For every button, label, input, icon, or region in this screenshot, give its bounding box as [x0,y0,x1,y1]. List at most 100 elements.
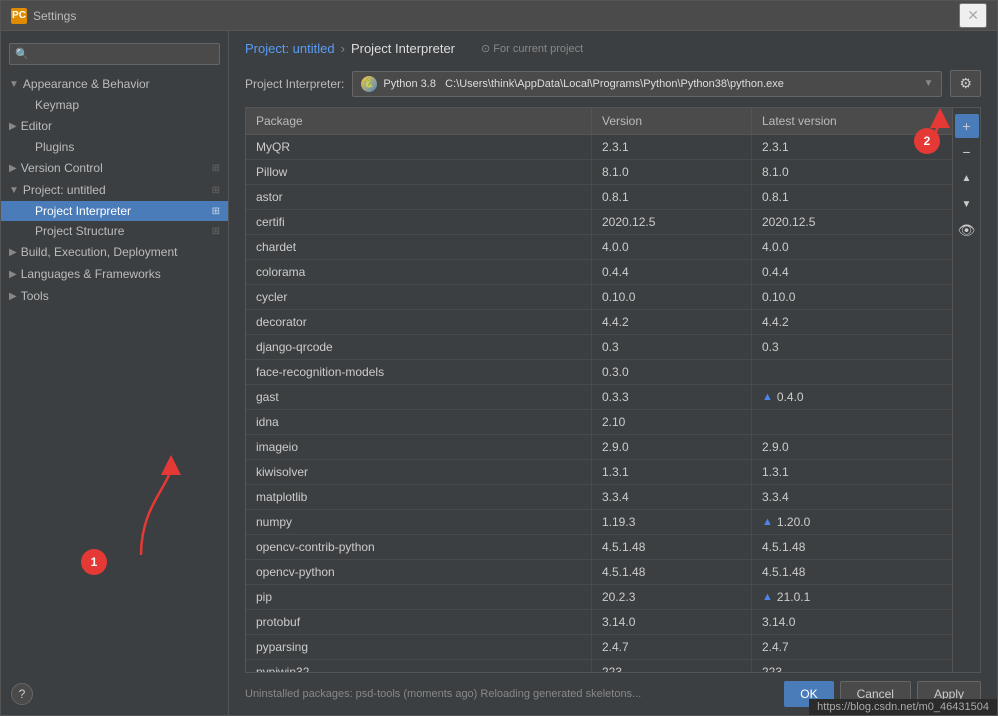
breadcrumb-separator: › [341,41,345,56]
table-row: colorama0.4.40.4.4 [246,260,952,285]
cell-version: 4.4.2 [592,310,752,334]
table-row: pypiwin32223223 [246,660,952,672]
remove-package-button[interactable]: − [955,140,979,164]
dropdown-arrow-icon: ▼ [924,78,934,89]
table-row: astor0.8.10.8.1 [246,185,952,210]
status-text: Uninstalled packages: psd-tools (moments… [245,688,641,700]
vcs-icon: ⊞ [212,163,220,174]
cell-version: 0.4.4 [592,260,752,284]
up-icon: ▲ [962,173,972,184]
settings-dialog: PC Settings ✕ 🔍 ▼ Appearance & Behavior … [0,0,998,716]
sidebar-item-appearance-behavior[interactable]: ▼ Appearance & Behavior [1,73,228,95]
cell-version: 0.3.3 [592,385,752,409]
gear-button[interactable]: ⚙ [950,70,981,97]
table-row: kiwisolver1.3.11.3.1 [246,460,952,485]
search-box: 🔍 [9,43,220,65]
cell-latest: 0.10.0 [752,285,952,309]
cell-version: 4.0.0 [592,235,752,259]
url-tooltip: https://blog.csdn.net/m0_46431504 [809,699,997,715]
search-icon: 🔍 [15,48,29,61]
interpreter-select[interactable]: 🐍 Python 3.8 C:\Users\think\AppData\Loca… [352,71,942,97]
main-content: Project: untitled › Project Interpreter … [229,31,997,715]
interpreter-row: Project Interpreter: 🐍 Python 3.8 C:\Use… [229,64,997,107]
python-icon: 🐍 [361,76,377,92]
table-inner: Package Version Latest version MyQR2.3.1… [246,108,952,672]
sidebar-child-label: Project Interpreter [35,204,131,218]
title-bar: PC Settings ✕ [1,1,997,31]
cell-version: 0.3.0 [592,360,752,384]
expand-arrow: ▶ [9,247,17,258]
table-row: matplotlib3.3.43.3.4 [246,485,952,510]
breadcrumb-note: ⊙ For current project [481,42,583,55]
cell-latest: 8.1.0 [752,160,952,184]
sidebar-group-label: Tools [21,289,49,303]
cell-version: 4.5.1.48 [592,560,752,584]
cell-latest: 0.4.4 [752,260,952,284]
sidebar-item-keymap[interactable]: Keymap [1,95,228,115]
cell-version: 2.4.7 [592,635,752,659]
sidebar-item-project-interpreter[interactable]: Project Interpreter ⊞ [1,201,228,221]
cell-latest: 2.3.1 [752,135,952,159]
cell-version: 8.1.0 [592,160,752,184]
cell-package: astor [246,185,592,209]
scroll-down-button[interactable]: ▼ [955,192,979,216]
sidebar-group-label: Appearance & Behavior [23,77,150,91]
cell-package: django-qrcode [246,335,592,359]
col-latest: Latest version [752,108,952,134]
cell-package: opencv-python [246,560,592,584]
table-row: decorator4.4.24.4.2 [246,310,952,335]
interpreter-icon: ⊞ [212,206,220,217]
cell-package: pyparsing [246,635,592,659]
cell-latest: 3.14.0 [752,610,952,634]
expand-arrow: ▶ [9,163,17,174]
cell-version: 2020.12.5 [592,210,752,234]
cell-latest: 4.0.0 [752,235,952,259]
cell-package: colorama [246,260,592,284]
sidebar-item-build-execution[interactable]: ▶ Build, Execution, Deployment [1,241,228,263]
cell-latest: 2020.12.5 [752,210,952,234]
expand-arrow: ▶ [9,121,17,132]
cell-latest: 0.3 [752,335,952,359]
sidebar-group-label: Build, Execution, Deployment [21,245,178,259]
sidebar-child-label: Keymap [35,98,79,112]
sidebar-item-version-control[interactable]: ▶ Version Control ⊞ [1,157,228,179]
cell-latest: 2.9.0 [752,435,952,459]
eye-button[interactable]: 👁 [955,218,979,242]
interpreter-label: Project Interpreter: [245,77,344,91]
sidebar-item-project-structure[interactable]: Project Structure ⊞ [1,221,228,241]
cell-package: protobuf [246,610,592,634]
col-package: Package [246,108,592,134]
cell-package: chardet [246,235,592,259]
cell-version: 4.5.1.48 [592,535,752,559]
project-icon: ⊞ [212,185,220,196]
close-button[interactable]: ✕ [959,3,987,28]
cell-version: 2.10 [592,410,752,434]
minus-icon: − [962,144,970,160]
breadcrumb-parent[interactable]: Project: untitled [245,41,335,56]
expand-arrow: ▶ [9,269,17,280]
sidebar-item-plugins[interactable]: Plugins [1,137,228,157]
add-icon: + [962,118,970,134]
sidebar-item-project-untitled[interactable]: ▼ Project: untitled ⊞ [1,179,228,201]
cell-version: 0.10.0 [592,285,752,309]
cell-latest: ▲ 21.0.1 [752,585,952,609]
cell-latest: ▲ 1.20.0 [752,510,952,534]
add-package-button[interactable]: + [955,114,979,138]
annotation-1: 1 [81,549,107,575]
sidebar-item-languages-frameworks[interactable]: ▶ Languages & Frameworks [1,263,228,285]
table-row: pip20.2.3▲ 21.0.1 [246,585,952,610]
col-version: Version [592,108,752,134]
cell-latest: ▲ 0.4.0 [752,385,952,409]
title-bar-title: Settings [33,9,76,23]
scroll-up-button[interactable]: ▲ [955,166,979,190]
sidebar-item-tools[interactable]: ▶ Tools [1,285,228,307]
expand-arrow: ▶ [9,291,17,302]
help-button[interactable]: ? [11,683,33,705]
expand-arrow: ▼ [9,79,19,90]
cell-package: pypiwin32 [246,660,592,672]
app-icon: PC [11,8,27,24]
search-input[interactable] [9,43,220,65]
table-header: Package Version Latest version [246,108,952,135]
arrow-annotation-1 [91,445,191,575]
sidebar-item-editor[interactable]: ▶ Editor [1,115,228,137]
